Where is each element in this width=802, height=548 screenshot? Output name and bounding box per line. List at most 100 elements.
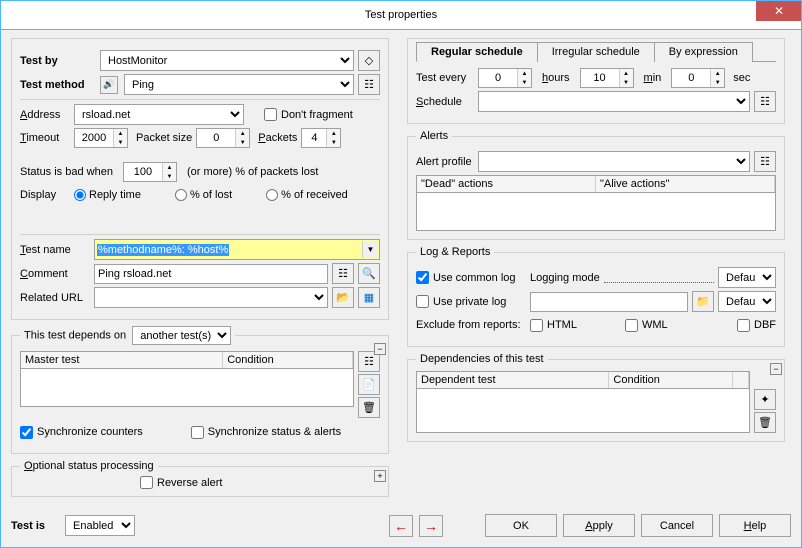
- tab-irregular[interactable]: Irregular schedule: [537, 42, 655, 62]
- help-button[interactable]: Help: [719, 514, 791, 537]
- speaker-icon[interactable]: 🔊: [100, 76, 118, 94]
- test-is-label: Test is: [11, 520, 59, 532]
- test-by-clear-button[interactable]: ◇: [358, 50, 380, 71]
- dependencies-collapse-button[interactable]: −: [770, 363, 782, 375]
- timeout-spin[interactable]: ▲▼: [74, 128, 128, 148]
- optional-status-legend: Optional status processing: [20, 460, 158, 472]
- alert-profile-edit-button[interactable]: ☷: [754, 151, 776, 172]
- sync-status-checkbox[interactable]: Synchronize status & alerts: [191, 426, 341, 439]
- related-url-select[interactable]: [94, 287, 328, 308]
- dependencies-table-header: Dependent test Condition: [416, 371, 750, 389]
- status-bad-suffix: (or more) % of packets lost: [187, 166, 318, 178]
- window-title: Test properties: [365, 9, 437, 21]
- related-url-open-button[interactable]: 📂: [332, 287, 354, 308]
- prev-button[interactable]: ←: [389, 515, 413, 537]
- depends-collapse-button[interactable]: −: [374, 343, 386, 355]
- hours-spin[interactable]: ▲▼: [478, 68, 532, 88]
- use-common-log-checkbox[interactable]: Use common log: [416, 271, 526, 284]
- ok-button[interactable]: OK: [485, 514, 557, 537]
- status-bad-spin[interactable]: ▲▼: [123, 162, 177, 182]
- display-label: Display: [20, 189, 70, 201]
- test-by-select[interactable]: HostMonitor: [100, 50, 354, 71]
- address-select[interactable]: rsload.net: [74, 104, 244, 125]
- related-url-label: Related URL: [20, 292, 90, 304]
- master-test-header: Master test: [21, 352, 223, 368]
- depends-new-button[interactable]: 📄: [358, 374, 380, 395]
- deps-tool-button[interactable]: ✦: [754, 389, 776, 410]
- deps-delete-button[interactable]: 🗑: [754, 412, 776, 433]
- dependencies-legend: Dependencies of this test: [416, 353, 548, 365]
- logging-mode-2-select[interactable]: Default: [718, 291, 776, 312]
- tab-regular[interactable]: Regular schedule: [416, 42, 538, 62]
- log-reports-group: Log & Reports Use common log Logging mod…: [407, 246, 785, 347]
- apply-button[interactable]: Apply: [563, 514, 635, 537]
- comment-label: Comment: [20, 268, 90, 280]
- display-reply-radio[interactable]: Reply time: [74, 189, 141, 201]
- address-label: Address: [20, 109, 70, 121]
- next-button[interactable]: →: [419, 515, 443, 537]
- exclude-label: Exclude from reports:: [416, 319, 526, 331]
- sync-counters-checkbox[interactable]: Synchronize counters: [20, 426, 143, 439]
- test-method-label: Test method: [20, 79, 96, 91]
- status-bad-label: Status is bad when: [20, 166, 113, 178]
- packet-size-label: Packet size: [136, 132, 192, 144]
- test-main-group: Test by HostMonitor ◇ Test method 🔊 Ping…: [11, 38, 389, 320]
- alerts-table-body[interactable]: [416, 193, 776, 231]
- use-private-log-checkbox[interactable]: Use private log: [416, 295, 526, 308]
- test-is-select[interactable]: Enabled: [65, 515, 135, 536]
- hours-label: hours: [542, 72, 570, 84]
- comment-input[interactable]: [94, 264, 328, 284]
- depends-group: This test depends on another test(s) − M…: [11, 326, 389, 454]
- close-button[interactable]: ✕: [756, 0, 802, 21]
- reverse-alert-checkbox[interactable]: Reverse alert: [140, 476, 222, 489]
- alert-profile-label: Alert profile: [416, 156, 474, 168]
- depends-legend: This test depends on another test(s): [20, 326, 235, 345]
- depends-table-body[interactable]: [20, 369, 354, 407]
- test-name-select[interactable]: %methodname%: %host% ▼: [94, 239, 380, 260]
- exclude-dbf-checkbox[interactable]: DBF: [737, 319, 776, 332]
- schedule-select[interactable]: [478, 91, 750, 112]
- alerts-legend: Alerts: [416, 130, 452, 142]
- dependencies-table-body[interactable]: [416, 389, 750, 433]
- test-by-label: Test by: [20, 55, 96, 67]
- schedule-edit-button[interactable]: ☷: [754, 91, 776, 112]
- titlebar: Test properties ✕: [0, 0, 802, 30]
- packets-spin[interactable]: ▲▼: [301, 128, 341, 148]
- alive-actions-header: "Alive actions": [596, 176, 775, 192]
- dont-fragment-checkbox[interactable]: Don't fragment: [264, 108, 353, 121]
- schedule-tabs: Regular schedule Irregular schedule By e…: [416, 41, 776, 62]
- test-every-label: Test every: [416, 72, 474, 84]
- dep-condition-header: Condition: [609, 372, 733, 388]
- test-method-options-button[interactable]: ☷: [358, 74, 380, 95]
- test-method-select[interactable]: Ping: [124, 74, 354, 95]
- alerts-group: Alerts Alert profile ☷ "Dead" actions "A…: [407, 130, 785, 240]
- dead-actions-header: "Dead" actions: [417, 176, 596, 192]
- comment-zoom-button[interactable]: 🔍: [358, 263, 380, 284]
- depends-select[interactable]: another test(s): [132, 326, 231, 345]
- private-log-input[interactable]: [530, 292, 688, 312]
- optional-expand-button[interactable]: +: [374, 470, 386, 482]
- timeout-label: Timeout: [20, 132, 70, 144]
- depends-delete-button[interactable]: 🗑: [358, 397, 380, 418]
- related-url-browse-button[interactable]: ▦: [358, 287, 380, 308]
- schedule-group: Regular schedule Irregular schedule By e…: [407, 38, 785, 124]
- logging-mode-1-select[interactable]: Default: [718, 267, 776, 288]
- alert-profile-select[interactable]: [478, 151, 750, 172]
- display-received-radio[interactable]: % of received: [266, 189, 348, 201]
- test-name-label: Test name: [20, 244, 90, 256]
- packet-size-spin[interactable]: ▲▼: [196, 128, 250, 148]
- tab-expression[interactable]: By expression: [654, 42, 753, 62]
- secs-label: sec: [733, 72, 750, 84]
- comment-edit-button[interactable]: ☷: [332, 263, 354, 284]
- display-lost-radio[interactable]: % of lost: [175, 189, 232, 201]
- packets-label: Packets: [258, 132, 297, 144]
- exclude-html-checkbox[interactable]: HTML: [530, 319, 577, 332]
- private-log-browse-button[interactable]: 📁: [692, 291, 714, 312]
- condition-header: Condition: [223, 352, 353, 368]
- mins-spin[interactable]: ▲▼: [580, 68, 634, 88]
- dependencies-group: Dependencies of this test − Dependent te…: [407, 353, 785, 442]
- secs-spin[interactable]: ▲▼: [671, 68, 725, 88]
- schedule-label: Schedule: [416, 96, 474, 108]
- cancel-button[interactable]: Cancel: [641, 514, 713, 537]
- exclude-wml-checkbox[interactable]: WML: [625, 319, 668, 332]
